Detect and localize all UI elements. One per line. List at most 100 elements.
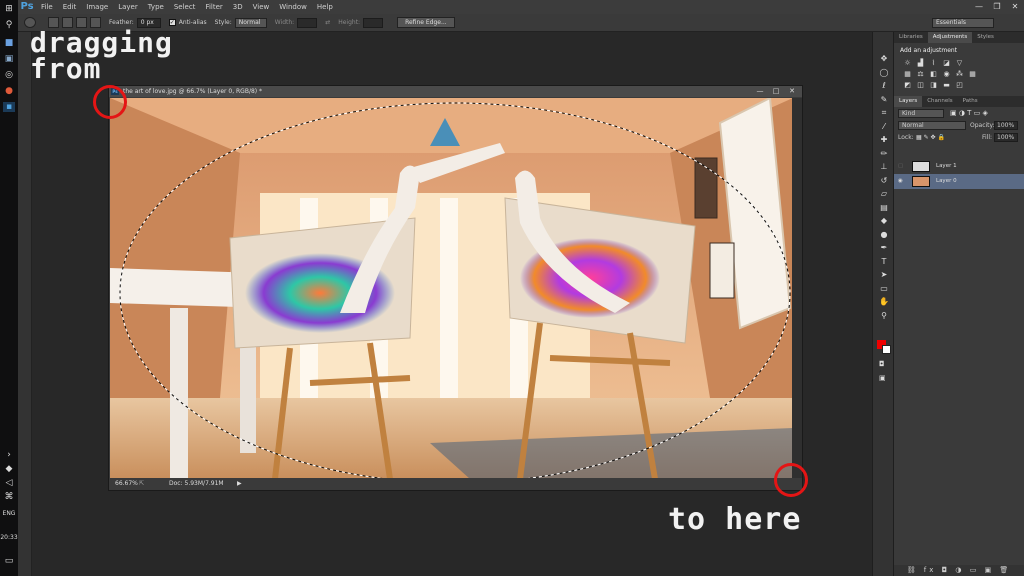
kind-filter-select[interactable]: Kind [898, 109, 944, 118]
share-icon[interactable]: ⇱ [139, 478, 144, 490]
volume-icon[interactable]: ◁ [3, 478, 15, 488]
menu-type[interactable]: Type [143, 0, 169, 14]
layer-row-layer-1[interactable]: ▢ Layer 1 [894, 159, 1024, 174]
hue-saturation-icon[interactable]: ▦ [902, 70, 913, 79]
menu-layer[interactable]: Layer [113, 0, 143, 14]
eraser-tool-icon[interactable]: ▱ [878, 187, 890, 201]
restore-button[interactable]: ❐ [988, 0, 1006, 14]
height-input[interactable] [363, 17, 384, 28]
lock-icons[interactable]: ▦ ✎ ✥ 🔒 [916, 132, 945, 144]
width-input[interactable] [297, 17, 318, 28]
vertical-scrollbar[interactable] [792, 98, 802, 479]
photoshop-taskbar-icon[interactable]: ▪ [3, 102, 15, 112]
black-white-icon[interactable]: ◧ [928, 70, 939, 79]
minimize-button[interactable]: — [970, 0, 988, 14]
app-icon-3[interactable]: ◎ [3, 70, 15, 80]
threshold-icon[interactable]: ◨ [928, 81, 939, 90]
search-icon[interactable]: ⚲ [3, 20, 15, 30]
doc-restore-button[interactable]: □ [768, 86, 784, 97]
tab-styles[interactable]: Styles [972, 32, 999, 43]
fill-input[interactable]: 100% [994, 133, 1018, 142]
pen-tool-icon[interactable]: ✒ [878, 241, 890, 255]
language-indicator[interactable]: ENG [0, 510, 18, 517]
background-color-swatch[interactable] [882, 345, 891, 354]
menu-edit[interactable]: Edit [58, 0, 82, 14]
status-menu-arrow-icon[interactable]: ▶ [237, 478, 242, 490]
dropbox-icon[interactable]: ◆ [3, 464, 15, 474]
blur-tool-icon[interactable]: ◆ [878, 214, 890, 228]
color-lookup-icon[interactable]: ▦ [967, 70, 978, 79]
healing-tool-icon[interactable]: ✚ [878, 133, 890, 147]
refine-edge-button[interactable]: Refine Edge... [397, 17, 455, 28]
levels-icon[interactable]: ▟ [915, 59, 926, 68]
dodge-tool-icon[interactable]: ● [878, 228, 890, 242]
close-button[interactable]: ✕ [1006, 0, 1024, 14]
layers-footer-icons[interactable]: ⛓ fx ◘ ◑ ▭ ▣ 🗑 [894, 565, 1024, 576]
selective-color-icon[interactable]: ◰ [954, 81, 965, 90]
menu-filter[interactable]: Filter [200, 0, 227, 14]
visibility-toggle-off[interactable]: ▢ [898, 159, 903, 174]
type-tool-icon[interactable]: T [878, 255, 890, 269]
zoom-tool-icon[interactable]: ⚲ [878, 309, 890, 323]
gradient-map-icon[interactable]: ▬ [941, 81, 952, 90]
doc-minimize-button[interactable]: — [752, 86, 768, 97]
posterize-icon[interactable]: ◫ [915, 81, 926, 90]
zoom-level[interactable]: 66.67% [115, 478, 138, 490]
menu-3d[interactable]: 3D [228, 0, 248, 14]
app-icon-2[interactable]: ▣ [3, 54, 15, 64]
color-balance-icon[interactable]: ⚖ [915, 70, 926, 79]
shape-tool-icon[interactable]: ▭ [878, 282, 890, 296]
windows-start-icon[interactable]: ⊞ [3, 4, 15, 14]
antialias-checkbox[interactable]: ✓ [168, 19, 176, 26]
layer-name[interactable]: Layer 0 [936, 174, 957, 189]
tab-adjustments[interactable]: Adjustments [927, 32, 973, 43]
filter-icons[interactable]: ▣ ◑ T ▭ ◈ [950, 107, 988, 120]
menu-window[interactable]: Window [274, 0, 312, 14]
stamp-tool-icon[interactable]: ⊥ [878, 160, 890, 174]
clock[interactable]: 20:33 [0, 534, 18, 541]
exposure-icon[interactable]: ◪ [941, 59, 952, 68]
layer-name[interactable]: Layer 1 [936, 159, 957, 174]
tab-channels[interactable]: Channels [922, 96, 957, 107]
swap-icon[interactable]: ⇄ [325, 19, 330, 26]
style-select[interactable]: Normal [234, 17, 267, 28]
vibrance-icon[interactable]: ▽ [954, 59, 965, 68]
menu-help[interactable]: Help [312, 0, 338, 14]
doc-close-button[interactable]: ✕ [784, 86, 800, 97]
opacity-input[interactable]: 100% [994, 121, 1018, 130]
gradient-tool-icon[interactable]: ▤ [878, 201, 890, 215]
hand-tool-icon[interactable]: ✋ [878, 295, 890, 309]
quick-select-tool-icon[interactable]: ✎ [878, 93, 890, 107]
blend-mode-select[interactable]: Normal [898, 121, 966, 130]
lasso-tool-icon[interactable]: ℓ [878, 79, 890, 93]
history-brush-icon[interactable]: ↺ [878, 174, 890, 188]
workspace-select[interactable]: Essentials [932, 17, 994, 28]
photo-filter-icon[interactable]: ◉ [941, 70, 952, 79]
eyedropper-tool-icon[interactable]: ⁄ [878, 120, 890, 134]
crop-tool-icon[interactable]: ⌗ [878, 106, 890, 120]
screen-mode-icon[interactable]: ▣ [879, 374, 886, 382]
invert-icon[interactable]: ◩ [902, 81, 913, 90]
tab-libraries[interactable]: Libraries [894, 32, 928, 43]
chevron-up-icon[interactable]: › [3, 450, 15, 460]
document-tab-title[interactable]: the art of love.jpg @ 66.7% (Layer 0, RG… [109, 86, 802, 97]
menu-image[interactable]: Image [81, 0, 113, 14]
layer-row-layer-0[interactable]: ◉ Layer 0 [894, 174, 1024, 189]
marquee-tool-icon[interactable]: ◯ [878, 66, 890, 80]
brush-tool-icon[interactable]: ✏ [878, 147, 890, 161]
network-icon[interactable]: ⌘ [3, 492, 15, 502]
curves-icon[interactable]: ⌇ [928, 59, 939, 68]
notification-icon[interactable]: ▭ [3, 556, 15, 566]
chrome-icon[interactable]: ● [3, 86, 15, 96]
menu-file[interactable]: File [36, 0, 58, 14]
move-tool-icon[interactable]: ✥ [878, 52, 890, 66]
brightness-icon[interactable]: ☼ [902, 59, 913, 68]
channel-mixer-icon[interactable]: ⁂ [954, 70, 965, 79]
eye-icon[interactable]: ◉ [898, 174, 903, 189]
menu-select[interactable]: Select [169, 0, 201, 14]
path-select-icon[interactable]: ➤ [878, 268, 890, 282]
menu-view[interactable]: View [248, 0, 275, 14]
image-canvas[interactable] [110, 98, 793, 479]
tab-layers[interactable]: Layers [894, 96, 923, 107]
quick-mask-icon[interactable]: ◘ [879, 360, 885, 368]
